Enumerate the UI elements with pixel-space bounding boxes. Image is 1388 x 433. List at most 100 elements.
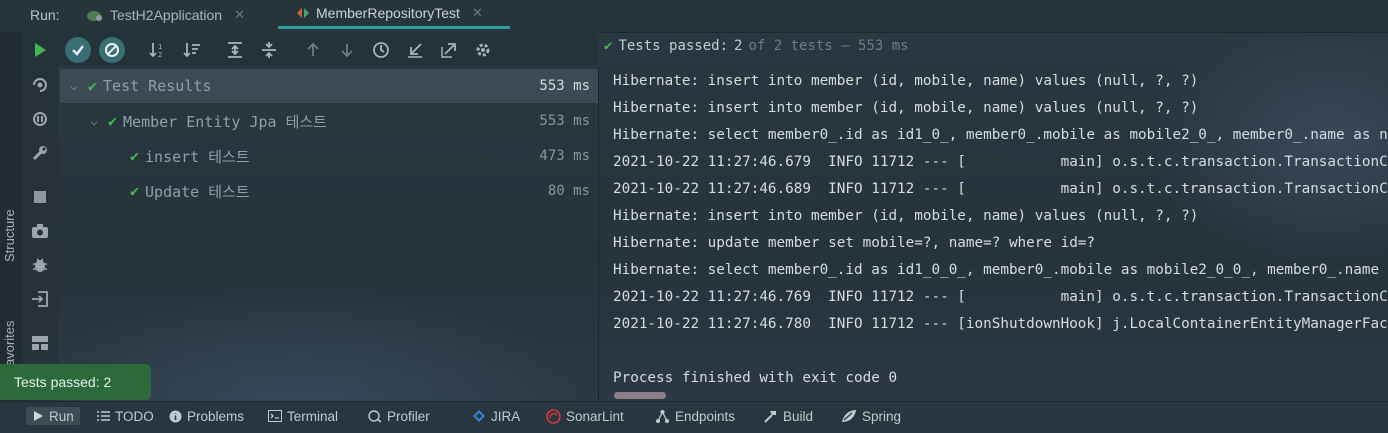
tool-problems[interactable]: Problems — [169, 407, 244, 425]
import-tests-icon[interactable] — [403, 38, 427, 62]
run-label: Run: — [30, 7, 60, 23]
horizontal-scrollbar[interactable] — [614, 392, 666, 399]
tool-build[interactable]: Build — [763, 407, 813, 425]
check-icon: ✔ — [130, 182, 140, 200]
sonarlint-icon — [546, 408, 561, 424]
tree-row-duration: 553 ms — [539, 78, 590, 94]
wrench-icon[interactable] — [28, 141, 52, 165]
console-output[interactable]: Hibernate: insert into member (id, mobil… — [613, 70, 1388, 400]
tool-label: Run — [49, 408, 74, 424]
check-icon: ✔ — [108, 112, 118, 130]
tool-profiler[interactable]: Profiler — [368, 407, 430, 425]
stop-icon[interactable] — [28, 185, 52, 209]
tool-label: JIRA — [491, 408, 521, 424]
close-icon[interactable]: ✕ — [234, 7, 245, 23]
tree-row-duration: 80 ms — [547, 183, 590, 199]
tool-label: Problems — [187, 408, 245, 424]
history-icon[interactable] — [369, 38, 393, 62]
chevron-down-icon[interactable]: ⌵ — [86, 114, 102, 128]
show-ignored-icon[interactable] — [99, 37, 125, 63]
show-passed-icon[interactable] — [65, 37, 91, 63]
terminal-icon — [268, 410, 282, 422]
tool-endpoints[interactable]: Endpoints — [655, 407, 735, 425]
camera-icon[interactable] — [28, 219, 52, 243]
check-icon: ✔ — [88, 77, 98, 95]
tree-row-label: Update 테스트 — [145, 182, 250, 201]
tab-label: MemberRepositoryTest — [316, 5, 460, 21]
check-icon: ✔ — [604, 38, 613, 54]
exit-icon[interactable] — [28, 287, 52, 311]
tool-label: SonarLint — [566, 408, 624, 424]
hammer-icon — [763, 409, 778, 424]
tree-row-test-method[interactable]: ✔ Update 테스트 80 ms — [60, 174, 598, 208]
chevron-down-icon[interactable]: ⌵ — [66, 79, 82, 93]
run-tab-bar: Run: TestH2Application ✕ MemberRepositor… — [0, 0, 1388, 33]
tool-todo[interactable]: TODO — [97, 407, 154, 425]
tool-label: Profiler — [387, 408, 430, 424]
profiler-icon — [368, 409, 382, 423]
test-results-tree: ⌵ ✔ Test Results 553 ms ⌵ ✔ Member Entit… — [60, 66, 598, 396]
sort-by-duration-icon[interactable] — [180, 38, 204, 62]
tab-memberrepositorytest[interactable]: MemberRepositoryTest ✕ — [278, 0, 510, 29]
rerun-icon[interactable] — [28, 38, 52, 62]
tree-row-duration: 553 ms — [539, 113, 590, 129]
tab-label: TestH2Application — [110, 7, 223, 23]
status-suffix: of 2 tests – 553 ms — [748, 38, 909, 54]
play-icon — [32, 410, 44, 422]
settings-gear-icon[interactable] — [471, 38, 495, 62]
tool-jira[interactable]: JIRA — [472, 407, 520, 425]
tree-row-test-method[interactable]: ✔ insert 테스트 473 ms — [60, 139, 598, 173]
layout-icon[interactable] — [28, 331, 52, 355]
svg-text:2: 2 — [158, 51, 162, 59]
spring-run-icon — [86, 8, 104, 22]
debug-bug-icon[interactable] — [28, 253, 52, 277]
console-line: Hibernate: update member set mobile=?, n… — [613, 235, 1096, 251]
favorites-tool-label[interactable]: avorites — [2, 320, 17, 366]
console-line: Hibernate: select member0_.id as id1_0_0… — [613, 262, 1388, 278]
check-icon: ✔ — [130, 147, 140, 165]
collapse-all-icon[interactable] — [257, 38, 281, 62]
rerun-failed-icon[interactable] — [28, 73, 52, 97]
test-run-icon — [296, 6, 310, 20]
console-line: 2021-10-22 11:27:46.769 INFO 11712 --- [… — [613, 289, 1388, 305]
tree-row-label: insert 테스트 — [145, 147, 250, 166]
tree-row-test-class[interactable]: ⌵ ✔ Member Entity Jpa 테스트 553 ms — [60, 104, 598, 138]
tests-passed-toast[interactable]: Tests passed: 2 — [0, 364, 151, 400]
toggle-auto-test-icon[interactable] — [28, 107, 52, 131]
tree-row-test-results[interactable]: ⌵ ✔ Test Results 553 ms — [60, 69, 598, 103]
console-line: Process finished with exit code 0 — [613, 370, 898, 386]
tool-label: TODO — [115, 408, 154, 424]
next-failed-icon[interactable] — [335, 38, 359, 62]
console-line: 2021-10-22 11:27:46.689 INFO 11712 --- [… — [613, 181, 1388, 197]
tree-row-duration: 473 ms — [539, 148, 590, 164]
info-icon — [169, 410, 182, 423]
tool-label: Terminal — [287, 408, 339, 424]
console-line: Hibernate: insert into member (id, mobil… — [613, 100, 1199, 116]
previous-failed-icon[interactable] — [301, 38, 325, 62]
console-line: Hibernate: select member0_.id as id1_0_,… — [613, 127, 1388, 143]
endpoints-icon — [655, 409, 670, 424]
status-prefix: Tests passed: — [618, 38, 729, 54]
console-line: 2021-10-22 11:27:46.780 INFO 11712 --- [… — [613, 316, 1388, 332]
svg-text:1: 1 — [158, 43, 162, 51]
tool-spring[interactable]: Spring — [841, 407, 901, 425]
tree-row-label: Member Entity Jpa 테스트 — [123, 112, 327, 131]
tool-label: Spring — [862, 408, 902, 424]
structure-tool-label[interactable]: Structure — [2, 209, 17, 262]
tool-label: Endpoints — [675, 408, 736, 424]
pane-splitter[interactable] — [598, 66, 599, 402]
expand-all-icon[interactable] — [223, 38, 247, 62]
tool-sonarlint[interactable]: SonarLint — [546, 407, 624, 425]
tool-label: Build — [783, 408, 814, 424]
list-icon — [97, 410, 110, 422]
close-icon[interactable]: ✕ — [472, 5, 483, 21]
console-line: 2021-10-22 11:27:46.679 INFO 11712 --- [… — [613, 154, 1388, 170]
console-line: Hibernate: insert into member (id, mobil… — [613, 208, 1199, 224]
spring-icon — [841, 409, 857, 423]
tool-run[interactable]: Run — [26, 407, 80, 425]
sort-alphabetically-icon[interactable]: 12 — [146, 38, 170, 62]
tool-terminal[interactable]: Terminal — [268, 407, 338, 425]
jira-icon — [472, 409, 486, 423]
tab-testh2application[interactable]: TestH2Application ✕ — [86, 0, 245, 30]
export-tests-icon[interactable] — [437, 38, 461, 62]
